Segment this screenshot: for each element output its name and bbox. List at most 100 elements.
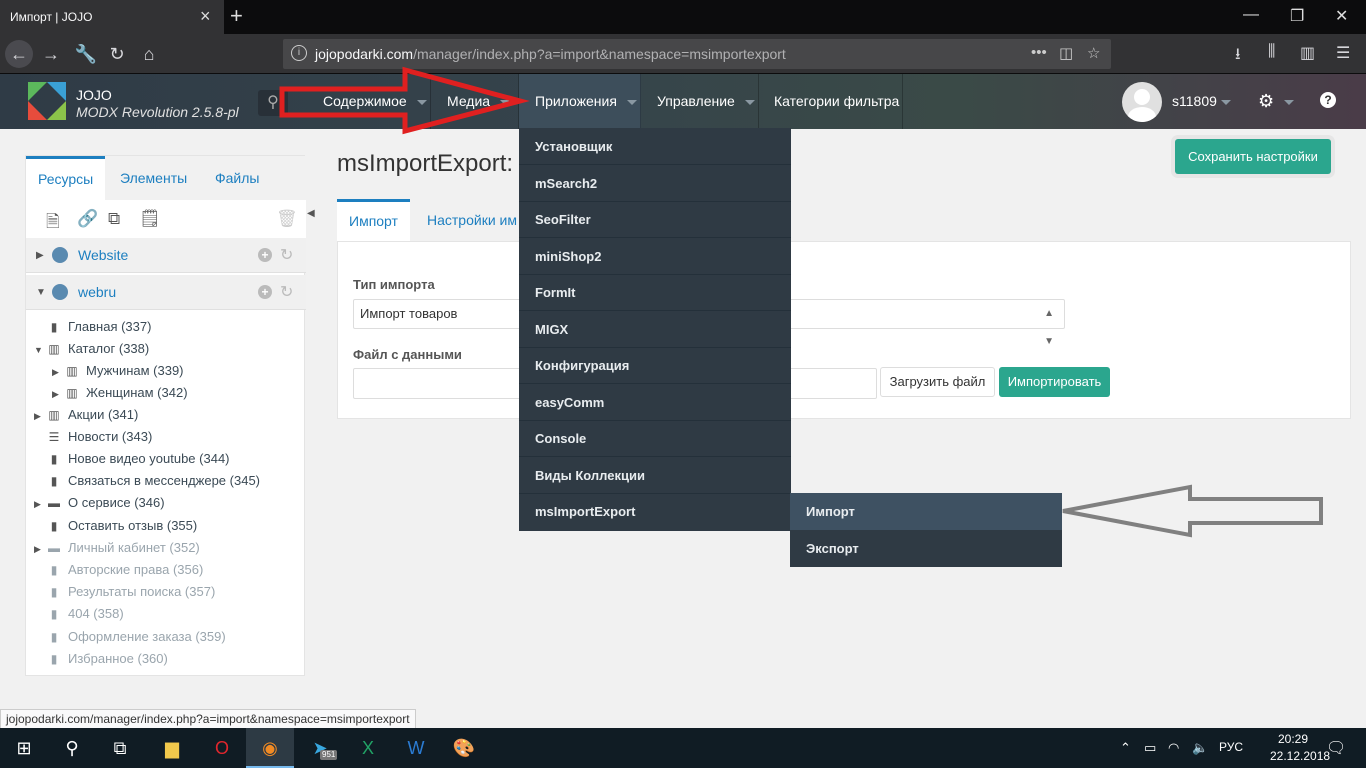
chevron-right-icon[interactable]: ▶	[34, 405, 46, 427]
home-icon[interactable]: ⌂	[135, 40, 163, 68]
close-window-icon[interactable]: ✕	[1335, 6, 1348, 26]
tree-item[interactable]: ▮ Новое видео youtube (344)	[46, 448, 230, 470]
url-bar[interactable]: i jojopodarki.com/manager/index.php?a=im…	[283, 39, 1111, 69]
menu-apps[interactable]: Приложения	[519, 74, 641, 129]
firefox-icon[interactable]: ◉	[246, 728, 294, 768]
maximize-icon[interactable]: ❐	[1290, 6, 1304, 26]
help-icon[interactable]: ?	[1320, 92, 1336, 108]
submenu-item-export[interactable]: Экспорт	[790, 530, 1062, 567]
tree-item[interactable]: ▮ Избранное (360)	[46, 648, 168, 670]
refresh-icon[interactable]: ↻	[280, 282, 293, 302]
tree-item[interactable]: ▮ Авторские права (356)	[46, 559, 204, 581]
language-indicator[interactable]: РУС	[1219, 740, 1243, 754]
chevron-right-icon[interactable]: ▶	[36, 250, 44, 261]
copy-icon[interactable]: ⧉	[108, 209, 120, 229]
tree-item[interactable]: ▼ ▥ Каталог (338)	[34, 338, 149, 360]
tree-item[interactable]: ▶ ▥ Акции (341)	[34, 404, 138, 426]
tree-item[interactable]: ▮ Главная (337)	[46, 316, 152, 338]
chevron-down-icon[interactable]: ▼	[36, 287, 46, 298]
tree-item[interactable]: ▶ ▥ Женщинам (342)	[52, 382, 188, 404]
menu-item-installer[interactable]: Установщик	[519, 128, 791, 165]
upload-file-button[interactable]: Загрузить файл	[880, 367, 995, 397]
opera-icon[interactable]: O	[198, 728, 246, 768]
forward-icon[interactable]: →	[37, 40, 65, 68]
tab-import[interactable]: Импорт	[337, 199, 410, 241]
menu-filter-categories[interactable]: Категории фильтра	[759, 74, 903, 129]
tree-item[interactable]: ▶ ▬ О сервисе (346)	[34, 492, 165, 514]
close-tab-icon[interactable]: ×	[200, 6, 211, 27]
menu-icon[interactable]: ☰	[1336, 43, 1350, 63]
pocket-icon[interactable]: ◫	[1059, 44, 1073, 62]
tree-item[interactable]: ▮ Результаты поиска (357)	[46, 581, 216, 603]
paint-icon[interactable]: 🎨	[440, 728, 488, 768]
trash-icon[interactable]: 🗑	[276, 209, 298, 229]
add-icon[interactable]: +	[258, 248, 272, 262]
windows-start-icon[interactable]: ⊞	[0, 728, 48, 768]
tree-item[interactable]: ▮ Оставить отзыв (355)	[46, 515, 198, 537]
clock-time[interactable]: 20:29	[1278, 732, 1308, 746]
tree-item[interactable]: ▮ Оформление заказа (359)	[46, 626, 226, 648]
modx-logo-icon[interactable]	[28, 82, 66, 120]
tab-import-settings[interactable]: Настройки им	[427, 199, 517, 241]
import-button[interactable]: Импортировать	[999, 367, 1110, 397]
volume-icon[interactable]: 🔈	[1192, 740, 1208, 756]
notifications-icon[interactable]: 🗨	[1326, 738, 1346, 758]
clock-date[interactable]: 22.12.2018	[1270, 749, 1330, 763]
chevron-up-icon[interactable]: ⌃	[1120, 740, 1131, 756]
task-view-icon[interactable]: ⧉	[96, 728, 144, 768]
wifi-icon[interactable]: ◠	[1168, 740, 1179, 756]
excel-icon[interactable]: X	[344, 728, 392, 768]
library-icon[interactable]: ⫼	[1268, 43, 1275, 61]
tree-item[interactable]: ▶ ▬ Личный кабинет (352)	[34, 537, 200, 559]
menu-item-msimportexport[interactable]: msImportExport	[519, 493, 791, 530]
menu-item-configuration[interactable]: Конфигурация	[519, 347, 791, 384]
menu-item-seofilter[interactable]: SeoFilter	[519, 201, 791, 238]
save-settings-button[interactable]: Сохранить настройки	[1175, 139, 1331, 174]
tab-elements[interactable]: Элементы	[120, 156, 187, 200]
chevron-right-icon[interactable]: ▶	[52, 383, 64, 405]
chevron-down-icon[interactable]: ▼	[34, 339, 46, 361]
menu-item-formit[interactable]: FormIt	[519, 274, 791, 311]
word-icon[interactable]: W	[392, 728, 440, 768]
menu-item-migx[interactable]: MIGX	[519, 311, 791, 348]
gear-icon[interactable]: ⚙	[1258, 91, 1274, 112]
chevron-right-icon[interactable]: ▶	[52, 361, 64, 383]
minimize-icon[interactable]: —	[1243, 6, 1259, 24]
tree-item[interactable]: ▮ 404 (358)	[46, 603, 124, 625]
info-icon[interactable]: i	[291, 45, 307, 61]
page-actions-icon[interactable]: •••	[1031, 44, 1047, 61]
new-tab-icon[interactable]: +	[230, 3, 243, 29]
menu-item-minishop2[interactable]: miniShop2	[519, 238, 791, 275]
reload-icon[interactable]: ↻	[103, 40, 131, 68]
wrench-icon[interactable]: 🔧	[72, 40, 100, 68]
avatar[interactable]	[1122, 82, 1162, 122]
telegram-icon[interactable]: ➤ 951	[296, 728, 344, 768]
context-webru[interactable]: ▼ webru + ↻	[26, 275, 306, 310]
tree-item[interactable]: ▶ ▥ Мужчинам (339)	[52, 360, 184, 382]
chevron-right-icon[interactable]: ▶	[34, 493, 46, 515]
menu-item-easycomm[interactable]: easyComm	[519, 384, 791, 421]
battery-icon[interactable]: ▭	[1144, 740, 1156, 756]
tab-resources[interactable]: Ресурсы	[26, 156, 106, 200]
document-text-icon[interactable]: 🗒	[139, 209, 161, 229]
username[interactable]: s11809	[1172, 93, 1217, 109]
sidebar-icon[interactable]: ▥	[1300, 43, 1315, 63]
menu-media[interactable]: Медиа	[431, 74, 519, 129]
search-icon[interactable]: ⚲	[258, 90, 288, 116]
submenu-item-import[interactable]: Импорт	[790, 493, 1062, 530]
context-website[interactable]: ▶ Website + ↻	[26, 238, 306, 273]
menu-item-collections[interactable]: Виды Коллекции	[519, 457, 791, 494]
menu-manage[interactable]: Управление	[641, 74, 759, 129]
chevron-down-icon[interactable]	[1284, 100, 1294, 105]
add-icon[interactable]: +	[258, 285, 272, 299]
download-icon[interactable]: ⭳	[1235, 43, 1241, 70]
bookmark-star-icon[interactable]: ☆	[1087, 44, 1100, 62]
new-document-icon[interactable]: 🗎	[46, 209, 60, 238]
chevron-right-icon[interactable]: ▶	[34, 538, 46, 560]
file-explorer-icon[interactable]: ▆	[148, 728, 196, 768]
tab-files[interactable]: Файлы	[215, 156, 259, 200]
search-icon[interactable]: ⚲	[48, 728, 96, 768]
browser-tab[interactable]: Импорт | JOJO ×	[0, 0, 224, 34]
collapse-panel-icon[interactable]: ◀	[307, 208, 317, 232]
back-icon[interactable]: ←	[5, 40, 33, 68]
